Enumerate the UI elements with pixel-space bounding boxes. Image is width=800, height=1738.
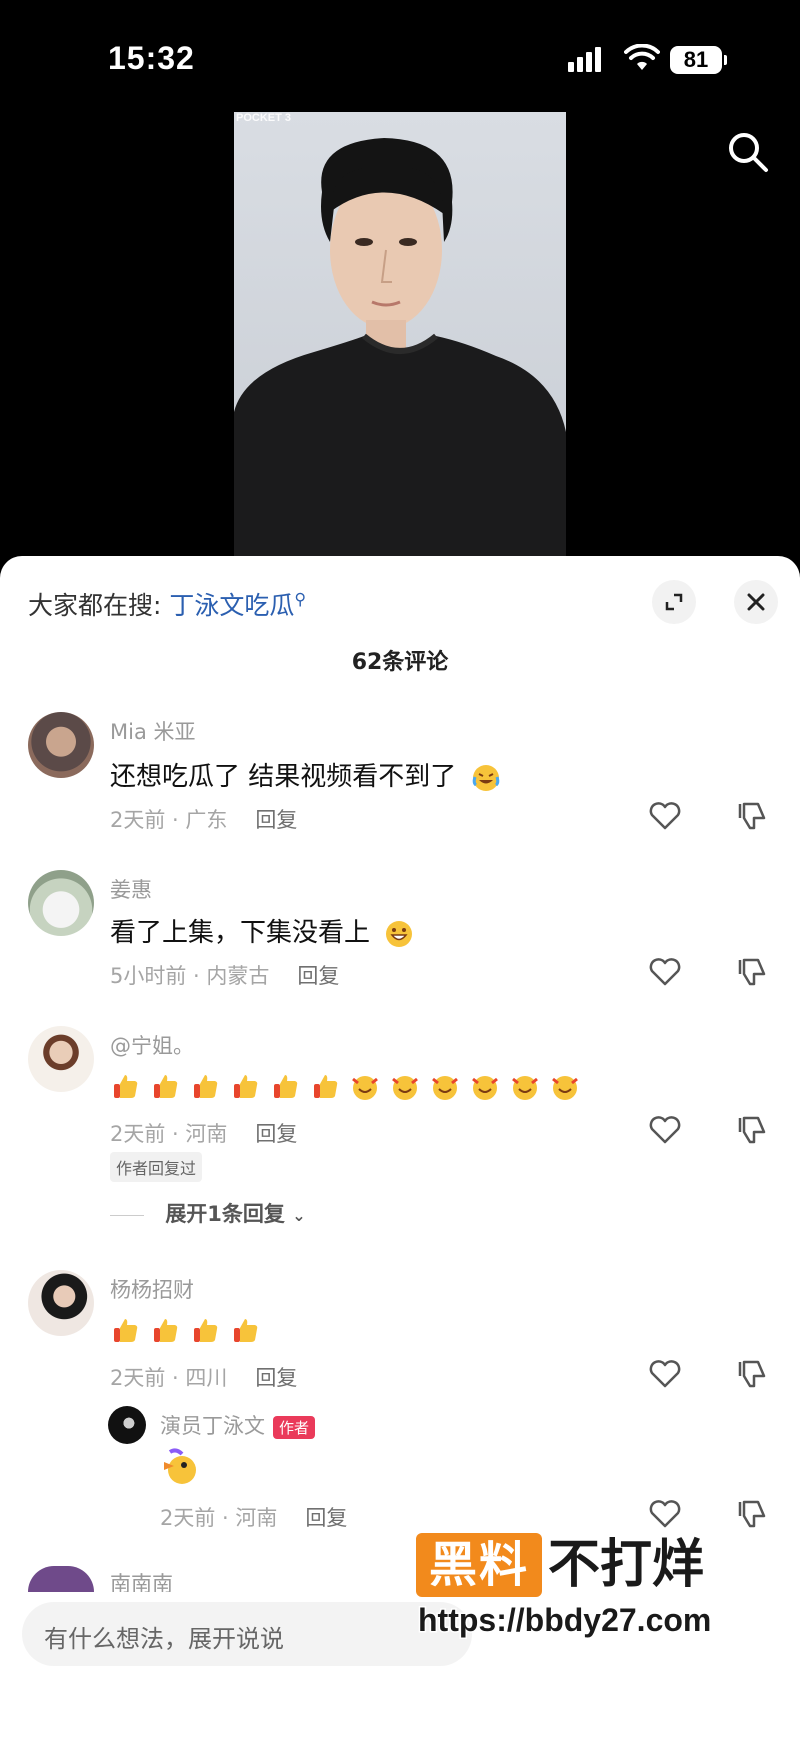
status-time: 15:32 (108, 40, 195, 76)
comment-text (110, 1314, 270, 1345)
expand-replies-label: 展开1条回复 (165, 1202, 285, 1226)
comment-text-content: 看了上集，下集没看上 (110, 918, 371, 948)
sub-reply-username[interactable]: 演员丁泳文 (160, 1414, 265, 1438)
avatar[interactable] (108, 1406, 146, 1444)
sub-reply-username-row: 演员丁泳文 作者 (160, 1410, 316, 1440)
battery-indicator: 81 (670, 46, 727, 74)
dislike-icon[interactable] (736, 956, 768, 988)
chevron-down-icon: ⌄ (292, 1206, 306, 1225)
thumbs-up-emoji-icon (154, 1074, 178, 1098)
avatar[interactable] (28, 1026, 94, 1092)
comment-meta: 2天前 · 四川 回复 (110, 1362, 297, 1392)
status-bar: 15:32 81 (0, 0, 800, 110)
thumbs-up-emoji-icon (234, 1318, 258, 1342)
author-replied-tag: 作者回复过 (110, 1152, 203, 1182)
heart-icon[interactable] (648, 1498, 682, 1530)
thumbs-up-emoji-icon (194, 1318, 218, 1342)
thumbs-up-emoji-icon (114, 1074, 138, 1098)
reply-button[interactable]: 回复 (255, 808, 297, 832)
avatar[interactable] (28, 712, 94, 778)
dislike-icon[interactable] (736, 800, 768, 832)
expand-replies-button[interactable]: 展开1条回复 ⌄ (110, 1198, 306, 1228)
camera-watermark: POCKET 3 (236, 112, 292, 124)
video-player[interactable]: POCKET 3 (234, 112, 566, 556)
cheering-emoji-icon (472, 1075, 498, 1100)
cheering-emoji-icon (432, 1075, 458, 1100)
wifi-icon (624, 44, 660, 70)
comment-time-location: 5小时前 · 内蒙古 (110, 964, 270, 988)
dislike-icon[interactable] (736, 1498, 768, 1530)
comment-input-placeholder: 有什么想法，展开说说 (44, 1625, 284, 1653)
thumbs-up-emoji-icon (154, 1318, 178, 1342)
person-head (321, 138, 453, 360)
comment-username[interactable]: Mia 米亚 (110, 716, 196, 746)
watermark-logo: 黑料 (416, 1533, 542, 1597)
reply-button[interactable]: 回复 (255, 1366, 297, 1390)
heart-icon[interactable] (648, 956, 682, 988)
comment-time-location: 2天前 · 四川 (110, 1366, 228, 1390)
close-icon (747, 593, 765, 611)
close-button[interactable] (734, 580, 778, 624)
heart-icon[interactable] (648, 1114, 682, 1146)
expand-icon (665, 593, 683, 611)
duck-emoji-icon (164, 1448, 196, 1484)
cheering-emoji-icon (512, 1075, 538, 1100)
laughing-crying-emoji-icon (472, 764, 499, 791)
comment-text-content: 还想吃瓜了 结果视频看不到了 (110, 762, 457, 792)
search-small-icon: ⚲ (294, 589, 307, 609)
avatar[interactable] (28, 870, 94, 936)
trending-search[interactable]: 大家都在搜: 丁泳文吃瓜⚲ (28, 586, 306, 622)
comment-meta: 2天前 · 广东 回复 (110, 804, 297, 834)
comment-username[interactable]: @宁姐。 (110, 1030, 194, 1060)
comment-meta: 5小时前 · 内蒙古 回复 (110, 960, 339, 990)
dislike-icon[interactable] (736, 1358, 768, 1390)
person-torso (234, 333, 566, 556)
grinning-emoji-icon (386, 920, 413, 947)
comment-text (110, 1070, 590, 1101)
sub-reply-time-location: 2天前 · 河南 (160, 1506, 278, 1530)
author-badge: 作者 (273, 1415, 316, 1439)
reply-button[interactable]: 回复 (255, 1122, 297, 1146)
comment-username[interactable]: 姜惠 (110, 874, 152, 904)
thumbs-up-emoji-icon (234, 1074, 258, 1098)
thumbs-up-emoji-icon (274, 1074, 298, 1098)
heart-icon[interactable] (648, 1358, 682, 1390)
dislike-icon[interactable] (736, 1114, 768, 1146)
comment-text: 还想吃瓜了 结果视频看不到了 (110, 756, 511, 793)
comment-time-location: 2天前 · 广东 (110, 808, 228, 832)
thumbs-up-emoji-icon (314, 1074, 338, 1098)
comment-meta: 2天前 · 河南 回复 (110, 1118, 297, 1148)
cheering-emoji-icon (552, 1075, 578, 1100)
cellular-signal-icon (568, 46, 608, 72)
watermark-url: https://bbdy27.com (416, 1601, 712, 1640)
avatar[interactable] (28, 1270, 94, 1336)
sub-reply-meta: 2天前 · 河南 回复 (160, 1502, 347, 1532)
fullscreen-button[interactable] (652, 580, 696, 624)
cheering-emoji-icon (392, 1075, 418, 1100)
comment-time-location: 2天前 · 河南 (110, 1122, 228, 1146)
comment-count: 62条评论 (351, 650, 449, 675)
comment-username[interactable]: 杨杨招财 (110, 1274, 194, 1304)
reply-button[interactable]: 回复 (305, 1506, 347, 1530)
watermark-text: 不打烊 (547, 1534, 705, 1596)
cheering-emoji-icon (352, 1075, 378, 1100)
thumbs-up-emoji-icon (194, 1074, 218, 1098)
trending-prefix: 大家都在搜: (28, 591, 162, 620)
search-icon[interactable] (726, 130, 770, 174)
comment-text: 看了上集，下集没看上 (110, 912, 424, 949)
heart-icon[interactable] (648, 800, 682, 832)
comment-input[interactable]: 有什么想法，展开说说 (22, 1602, 472, 1666)
reply-button[interactable]: 回复 (297, 964, 339, 988)
trending-keyword[interactable]: 丁泳文吃瓜 (169, 591, 294, 620)
thumbs-up-emoji-icon (114, 1318, 138, 1342)
